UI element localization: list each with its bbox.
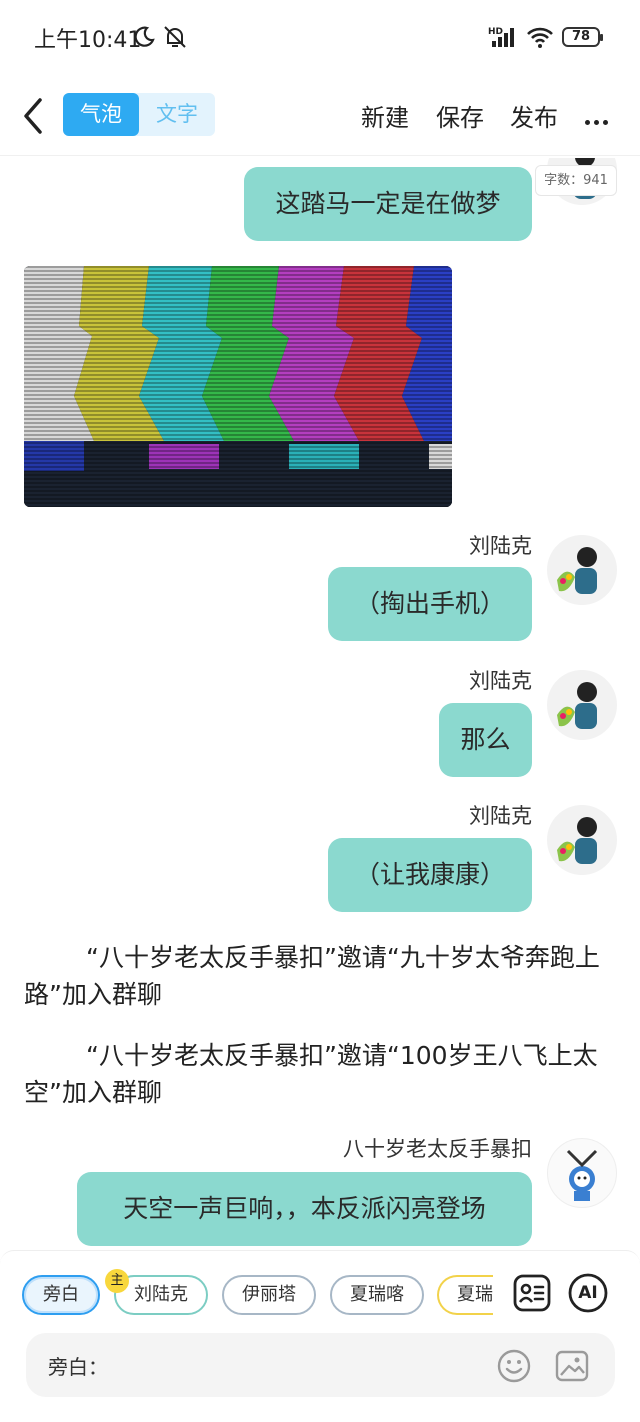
- save-button[interactable]: 保存: [436, 98, 484, 133]
- character-chip-xiarui[interactable]: 夏瑞: [437, 1275, 493, 1315]
- svg-text:HD: HD: [488, 27, 503, 37]
- ai-label: AI: [578, 1283, 598, 1303]
- character-card-button[interactable]: [512, 1273, 552, 1313]
- chevron-left-icon: [24, 98, 42, 134]
- ai-button[interactable]: AI: [568, 1273, 608, 1313]
- message-bubble[interactable]: 那么: [439, 703, 532, 777]
- character-chip-xiaruika[interactable]: 夏瑞喀: [330, 1275, 424, 1315]
- tab-text[interactable]: 文字: [139, 93, 215, 136]
- image-message[interactable]: [24, 266, 452, 507]
- character-chip-narrator[interactable]: 旁白: [22, 1275, 100, 1315]
- character-chip-yilita[interactable]: 伊丽塔: [222, 1275, 316, 1315]
- tv-color-bars-image: [24, 266, 452, 507]
- avatar[interactable]: [547, 805, 617, 875]
- more-button[interactable]: [585, 110, 612, 129]
- message-bubble[interactable]: 天空一声巨响，，本反派闪亮登场: [77, 1172, 532, 1246]
- emoji-icon: [497, 1349, 531, 1383]
- word-count-badge: 字数：941: [535, 165, 617, 196]
- image-button[interactable]: [554, 1348, 590, 1388]
- new-button[interactable]: 新建: [361, 98, 409, 133]
- message-bubble[interactable]: （让我康康）: [328, 838, 532, 912]
- sender-name: 刘陆克: [469, 534, 532, 558]
- moon-icon: [132, 22, 156, 52]
- sender-name: 八十岁老太反手暴扣: [343, 1137, 532, 1161]
- message-bubble[interactable]: （掏出手机）: [328, 567, 532, 641]
- input-role-label: 旁白：: [48, 1355, 108, 1379]
- contact-card-icon: [513, 1274, 551, 1312]
- tab-bubble[interactable]: 气泡: [63, 93, 139, 136]
- wifi-icon: [526, 22, 554, 52]
- mode-toggle: 气泡 文字: [63, 93, 215, 136]
- avatar[interactable]: [547, 1138, 617, 1208]
- avatar[interactable]: [547, 535, 617, 605]
- bell-off-icon: [162, 22, 188, 52]
- emoji-button[interactable]: [496, 1348, 532, 1388]
- publish-button[interactable]: 发布: [510, 98, 558, 133]
- back-button[interactable]: [18, 94, 48, 138]
- battery-icon: 78: [562, 27, 603, 47]
- status-time: 上午10:41: [34, 28, 142, 53]
- sender-name: 刘陆克: [469, 804, 532, 828]
- system-message: “八十岁老太反手暴扣”邀请“九十岁太爷奔跑上路”加入群聊: [24, 943, 600, 1009]
- avatar[interactable]: [547, 670, 617, 740]
- message-input[interactable]: 旁白：: [26, 1333, 615, 1397]
- image-icon: [555, 1350, 589, 1382]
- sender-name: 刘陆克: [469, 669, 532, 693]
- hd-signal-icon: HD: [488, 22, 520, 52]
- status-bar: 上午10:41 HD 78: [0, 0, 640, 76]
- system-message: “八十岁老太反手暴扣”邀请“100岁王八飞上太空”加入群聊: [24, 1041, 598, 1107]
- bottom-panel: 旁白 刘陆克 主 伊丽塔 夏瑞喀 夏瑞 AI 旁白：: [0, 1250, 640, 1422]
- owner-badge: 主: [105, 1269, 129, 1293]
- top-bar: 气泡 文字 新建 保存 发布: [0, 80, 640, 156]
- message-bubble[interactable]: 这踏马一定是在做梦: [244, 167, 532, 241]
